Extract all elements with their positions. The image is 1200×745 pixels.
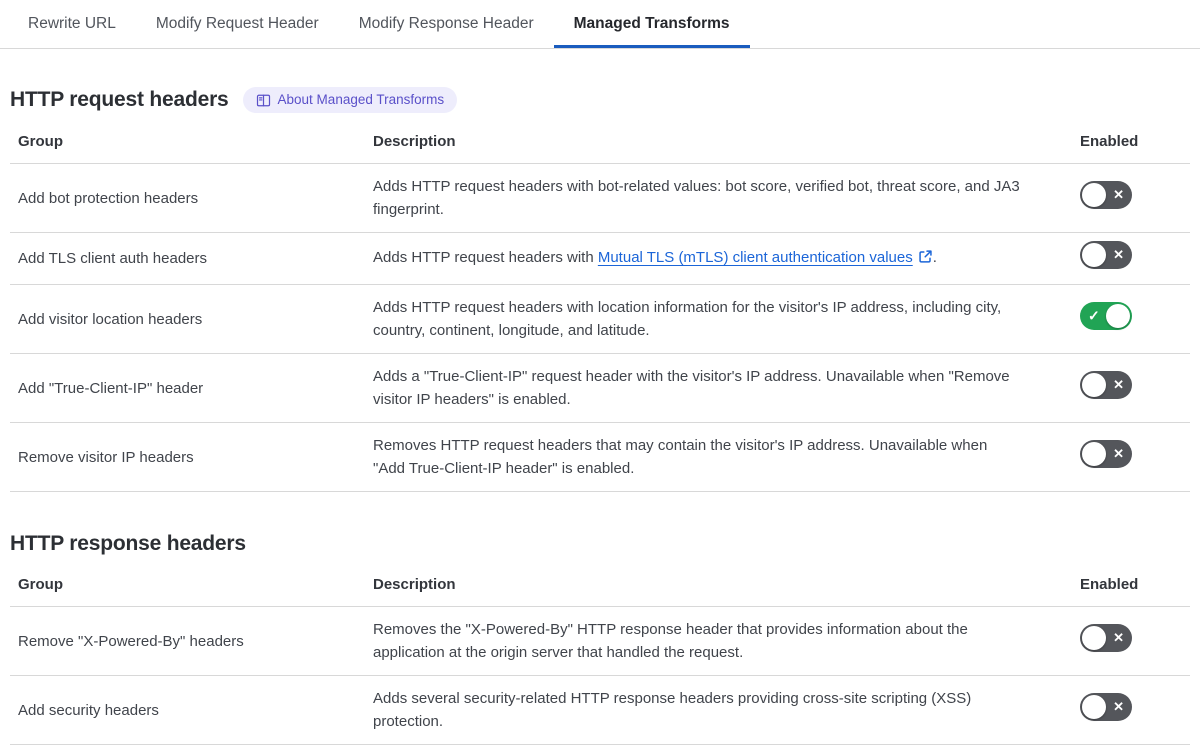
row-group-label: Add visitor location headers bbox=[10, 284, 365, 355]
row-group-label: Add TLS client auth headers bbox=[10, 232, 365, 286]
tab-modify-request-header[interactable]: Modify Request Header bbox=[136, 0, 339, 48]
row-group-label: Remove "X-Powered-By" headers bbox=[10, 606, 365, 677]
tab-bar: Rewrite URL Modify Request Header Modify R… bbox=[0, 0, 1200, 49]
table-row: Add visitor location headers Adds HTTP re… bbox=[10, 284, 1190, 355]
external-link-icon bbox=[918, 248, 933, 271]
row-description: Removes HTTP request headers that may co… bbox=[365, 422, 1072, 493]
enabled-toggle-add-bot-protection-headers[interactable]: ✕ bbox=[1080, 180, 1132, 209]
about-managed-transforms-badge[interactable]: About Managed Transforms bbox=[242, 87, 458, 114]
toggle-knob bbox=[1106, 303, 1130, 328]
row-group-label: Add security headers bbox=[10, 675, 365, 745]
response-headers-section-head: HTTP response headers bbox=[10, 532, 1190, 556]
toggle-knob bbox=[1082, 182, 1106, 207]
table-header-row: Group Description Enabled bbox=[10, 123, 1190, 165]
x-icon: ✕ bbox=[1113, 247, 1124, 263]
x-icon: ✕ bbox=[1113, 186, 1124, 202]
check-icon: ✓ bbox=[1088, 307, 1100, 324]
column-description: Description bbox=[365, 566, 1072, 608]
enabled-toggle-remove-x-powered-by-headers[interactable]: ✕ bbox=[1080, 623, 1132, 652]
table-row: Add security headers Adds several securit… bbox=[10, 675, 1190, 745]
tab-rewrite-url[interactable]: Rewrite URL bbox=[8, 0, 136, 48]
book-icon bbox=[256, 93, 271, 108]
managed-transforms-page: HTTP request headers About Managed Trans… bbox=[0, 87, 1200, 745]
response-headers-table: Group Description Enabled Remove "X-Powe… bbox=[10, 566, 1190, 745]
tab-managed-transforms[interactable]: Managed Transforms bbox=[554, 0, 750, 48]
badge-label: About Managed Transforms bbox=[277, 92, 445, 107]
row-group-label: Remove visitor IP headers bbox=[10, 422, 365, 493]
row-description: Adds HTTP request headers with Mutual TL… bbox=[365, 232, 1072, 286]
column-enabled: Enabled bbox=[1072, 123, 1190, 165]
row-description: Adds HTTP request headers with location … bbox=[365, 284, 1072, 355]
row-description: Adds several security-related HTTP respo… bbox=[365, 675, 1072, 745]
column-group: Group bbox=[10, 566, 365, 608]
table-header-row: Group Description Enabled bbox=[10, 566, 1190, 608]
table-row: Remove visitor IP headers Removes HTTP re… bbox=[10, 422, 1190, 493]
toggle-knob bbox=[1082, 243, 1106, 268]
tab-modify-response-header[interactable]: Modify Response Header bbox=[339, 0, 554, 48]
table-row: Add bot protection headers Adds HTTP requ… bbox=[10, 163, 1190, 234]
request-headers-table: Group Description Enabled Add bot protec… bbox=[10, 123, 1190, 493]
enabled-toggle-add-security-headers[interactable]: ✕ bbox=[1080, 692, 1132, 721]
request-headers-title: HTTP request headers bbox=[10, 88, 229, 112]
row-group-label: Add "True-Client-IP" header bbox=[10, 353, 365, 424]
enabled-toggle-add-tls-client-auth-headers[interactable]: ✕ bbox=[1080, 241, 1132, 270]
table-row: Remove "X-Powered-By" headers Removes the… bbox=[10, 606, 1190, 677]
table-row: Add "True-Client-IP" header Adds a "True-… bbox=[10, 353, 1190, 424]
column-enabled: Enabled bbox=[1072, 566, 1190, 608]
mtls-docs-link[interactable]: Mutual TLS (mTLS) client authentication … bbox=[598, 249, 913, 266]
row-description: Adds HTTP request headers with bot-relat… bbox=[365, 163, 1072, 234]
table-row: Add TLS client auth headers Adds HTTP req… bbox=[10, 232, 1190, 286]
x-icon: ✕ bbox=[1113, 698, 1124, 714]
x-icon: ✕ bbox=[1113, 629, 1124, 645]
toggle-knob bbox=[1082, 694, 1106, 719]
column-description: Description bbox=[365, 123, 1072, 165]
x-icon: ✕ bbox=[1113, 376, 1124, 392]
enabled-toggle-remove-visitor-ip-headers[interactable]: ✕ bbox=[1080, 439, 1132, 468]
row-description: Removes the "X-Powered-By" HTTP response… bbox=[365, 606, 1072, 677]
column-group: Group bbox=[10, 123, 365, 165]
toggle-knob bbox=[1082, 441, 1106, 466]
row-description: Adds a "True-Client-IP" request header w… bbox=[365, 353, 1072, 424]
enabled-toggle-add-visitor-location-headers[interactable]: ✓ bbox=[1080, 301, 1132, 330]
toggle-knob bbox=[1082, 625, 1106, 650]
enabled-toggle-add-true-client-ip-header[interactable]: ✕ bbox=[1080, 370, 1132, 399]
row-group-label: Add bot protection headers bbox=[10, 163, 365, 234]
response-headers-title: HTTP response headers bbox=[10, 532, 246, 556]
x-icon: ✕ bbox=[1113, 445, 1124, 461]
toggle-knob bbox=[1082, 372, 1106, 397]
request-headers-section-head: HTTP request headers About Managed Trans… bbox=[10, 87, 1190, 114]
